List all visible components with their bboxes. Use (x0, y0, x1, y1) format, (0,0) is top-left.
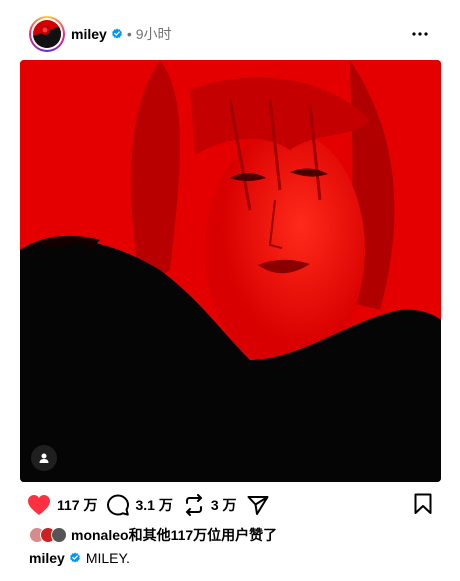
avatar[interactable] (29, 16, 65, 52)
likes-summary[interactable]: monaleo和其他117万位用户赞了 (29, 526, 277, 544)
liker-avatar (51, 527, 67, 543)
more-horizontal-icon (412, 32, 428, 36)
post-time[interactable]: 9小时 (136, 24, 172, 44)
more-options-button[interactable] (410, 24, 430, 44)
caption-text: MILEY. (85, 550, 130, 566)
like-count[interactable]: 117 万 (57, 495, 97, 515)
caption-username[interactable]: miley (29, 550, 65, 566)
share-button[interactable] (247, 494, 269, 516)
comment-icon (107, 494, 130, 516)
username[interactable]: miley (71, 26, 107, 42)
save-button[interactable] (414, 493, 432, 520)
separator: • (126, 26, 132, 42)
repost-count[interactable]: 3 万 (211, 495, 237, 515)
liker-avatars (29, 527, 67, 543)
post-image[interactable] (20, 60, 441, 482)
comment-button[interactable]: 3.1 万 (107, 494, 173, 516)
comment-count[interactable]: 3.1 万 (135, 495, 172, 515)
repost-button[interactable]: 3 万 (183, 494, 237, 516)
user-tag-icon (39, 453, 49, 463)
caption: miley MILEY. (29, 549, 130, 567)
heart-icon (28, 495, 50, 515)
avatar-image (33, 20, 61, 48)
bookmark-icon (414, 493, 432, 514)
action-bar: 117 万 3.1 万 3 万 (27, 491, 432, 519)
share-icon (247, 496, 269, 515)
verified-badge-icon (69, 552, 80, 563)
likes-summary-text[interactable]: monaleo和其他117万位用户赞了 (71, 525, 277, 545)
portrait-photo (20, 60, 441, 482)
repost-icon (185, 494, 202, 516)
user-tag-button[interactable] (31, 445, 57, 471)
like-button[interactable]: 117 万 (27, 494, 97, 516)
verified-badge-icon (111, 28, 122, 39)
post-header: miley • 9小时 (29, 16, 439, 52)
